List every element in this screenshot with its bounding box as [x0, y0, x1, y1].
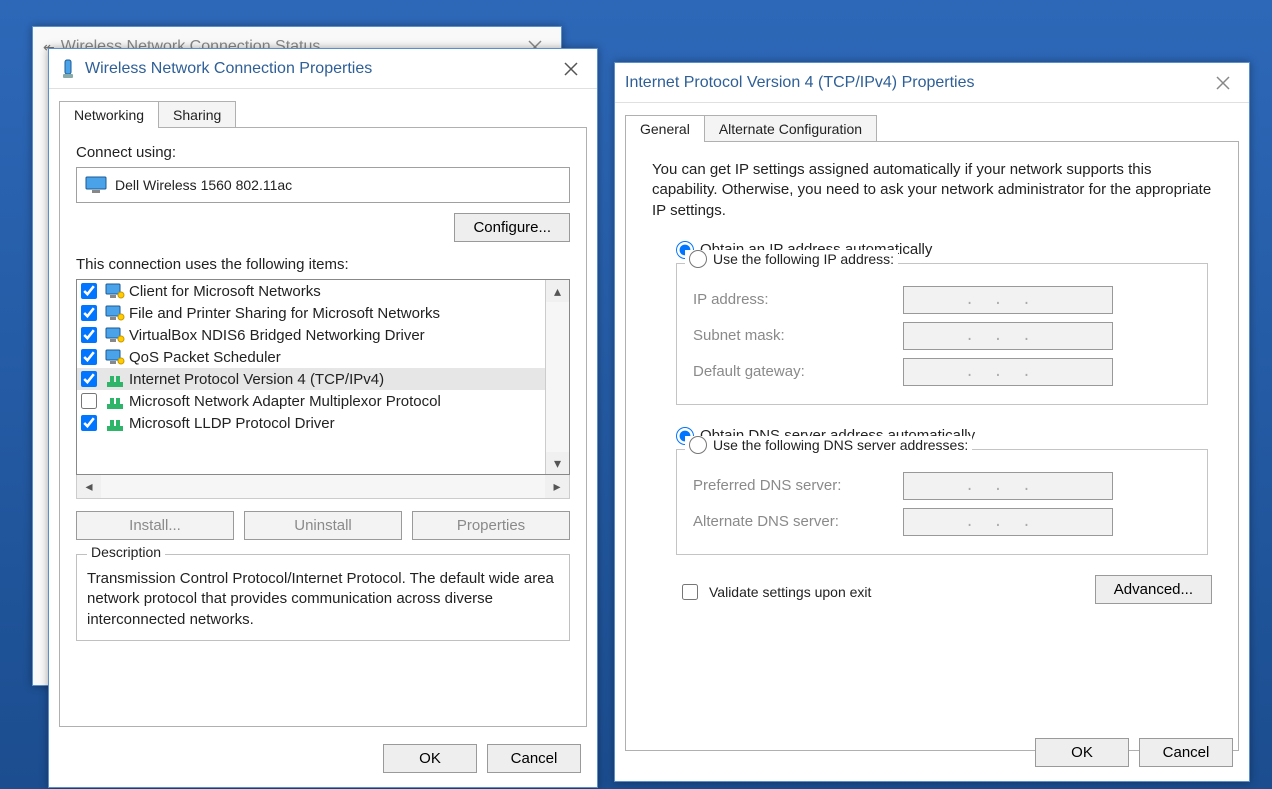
item-checkbox[interactable]	[81, 393, 97, 409]
install-button[interactable]: Install...	[76, 511, 234, 540]
scroll-track[interactable]	[546, 302, 569, 452]
titlebar: Wireless Network Connection Properties	[49, 49, 597, 89]
item-label: File and Printer Sharing for Microsoft N…	[129, 305, 440, 322]
service-icon	[105, 326, 125, 344]
protocol-icon	[105, 414, 125, 432]
tab-networking[interactable]: Networking	[59, 101, 159, 128]
tabs: Networking Sharing	[59, 101, 597, 128]
preferred-dns-label: Preferred DNS server:	[693, 477, 903, 494]
items-listbox[interactable]: Client for Microsoft Networks File and Pr…	[76, 279, 570, 475]
info-text: You can get IP settings assigned automat…	[652, 160, 1212, 221]
close-icon	[564, 62, 578, 76]
description-group: Description Transmission Control Protoco…	[76, 554, 570, 641]
ip-address-label: IP address:	[693, 291, 903, 308]
use-ip-radio-row[interactable]: Use the following IP address:	[685, 250, 898, 268]
protocol-icon	[105, 392, 125, 410]
item-label: VirtualBox NDIS6 Bridged Networking Driv…	[129, 327, 425, 344]
uninstall-button[interactable]: Uninstall	[244, 511, 402, 540]
adapter-icon	[59, 58, 77, 80]
list-item[interactable]: VirtualBox NDIS6 Bridged Networking Driv…	[77, 324, 545, 346]
close-button[interactable]	[555, 53, 587, 85]
item-label: Client for Microsoft Networks	[129, 283, 321, 300]
connect-using-label: Connect using:	[76, 144, 570, 161]
advanced-button[interactable]: Advanced...	[1095, 575, 1212, 604]
use-dns-radio[interactable]	[689, 436, 707, 454]
static-ip-group: Use the following IP address: IP address…	[676, 263, 1208, 405]
ip-address-input: ...	[903, 286, 1113, 314]
item-checkbox[interactable]	[81, 415, 97, 431]
list-item[interactable]: Microsoft Network Adapter Multiplexor Pr…	[77, 390, 545, 412]
list-item[interactable]: Internet Protocol Version 4 (TCP/IPv4)	[77, 368, 545, 390]
preferred-dns-input: ...	[903, 472, 1113, 500]
list-item[interactable]: QoS Packet Scheduler	[77, 346, 545, 368]
close-icon	[1216, 76, 1230, 90]
item-checkbox[interactable]	[81, 327, 97, 343]
window-title: Internet Protocol Version 4 (TCP/IPv4) P…	[625, 74, 1207, 92]
cancel-button[interactable]: Cancel	[1139, 738, 1233, 767]
list-item[interactable]: File and Printer Sharing for Microsoft N…	[77, 302, 545, 324]
subnet-label: Subnet mask:	[693, 327, 903, 344]
window-title: Wireless Network Connection Properties	[85, 60, 555, 78]
static-dns-group: Use the following DNS server addresses: …	[676, 449, 1208, 555]
close-button[interactable]	[1207, 67, 1239, 99]
gateway-label: Default gateway:	[693, 363, 903, 380]
service-icon	[105, 304, 125, 322]
list-item[interactable]: Client for Microsoft Networks	[77, 280, 545, 302]
items-label: This connection uses the following items…	[76, 256, 570, 273]
use-dns-radio-row[interactable]: Use the following DNS server addresses:	[685, 436, 972, 454]
item-checkbox[interactable]	[81, 349, 97, 365]
alternate-dns-label: Alternate DNS server:	[693, 513, 903, 530]
horizontal-scrollbar[interactable]: ◂ ▸	[76, 475, 570, 499]
ok-button[interactable]: OK	[1035, 738, 1129, 767]
titlebar: Internet Protocol Version 4 (TCP/IPv4) P…	[615, 63, 1249, 103]
properties-button[interactable]: Properties	[412, 511, 570, 540]
item-checkbox[interactable]	[81, 305, 97, 321]
use-ip-label: Use the following IP address:	[713, 251, 894, 267]
validate-label: Validate settings upon exit	[709, 584, 871, 600]
scroll-right-icon[interactable]: ▸	[545, 475, 569, 498]
ipv4-properties-window: Internet Protocol Version 4 (TCP/IPv4) P…	[614, 62, 1250, 782]
network-adapter-icon	[85, 176, 107, 194]
scroll-down-icon[interactable]: ▾	[546, 452, 569, 474]
adapter-name: Dell Wireless 1560 802.11ac	[115, 177, 292, 193]
subnet-input: ...	[903, 322, 1113, 350]
list-item[interactable]: Microsoft LLDP Protocol Driver	[77, 412, 545, 434]
configure-button[interactable]: Configure...	[454, 213, 570, 242]
tab-panel: Connect using: Dell Wireless 1560 802.11…	[59, 127, 587, 727]
adapter-field[interactable]: Dell Wireless 1560 802.11ac	[76, 167, 570, 203]
ok-button[interactable]: OK	[383, 744, 477, 773]
item-checkbox[interactable]	[81, 371, 97, 387]
item-checkbox[interactable]	[81, 283, 97, 299]
item-label: Microsoft LLDP Protocol Driver	[129, 415, 335, 432]
scroll-up-icon[interactable]: ▴	[546, 280, 569, 302]
scroll-track[interactable]	[101, 475, 545, 498]
alternate-dns-input: ...	[903, 508, 1113, 536]
validate-checkbox[interactable]	[682, 584, 698, 600]
item-label: QoS Packet Scheduler	[129, 349, 281, 366]
description-label: Description	[87, 544, 165, 560]
description-text: Transmission Control Protocol/Internet P…	[87, 569, 559, 630]
scroll-left-icon[interactable]: ◂	[77, 475, 101, 498]
cancel-button[interactable]: Cancel	[487, 744, 581, 773]
tab-panel: You can get IP settings assigned automat…	[625, 141, 1239, 751]
connection-properties-window: Wireless Network Connection Properties N…	[48, 48, 598, 788]
item-label: Internet Protocol Version 4 (TCP/IPv4)	[129, 371, 384, 388]
tabs: General Alternate Configuration	[625, 115, 1249, 142]
service-icon	[105, 348, 125, 366]
gateway-input: ...	[903, 358, 1113, 386]
use-ip-radio[interactable]	[689, 250, 707, 268]
service-icon	[105, 282, 125, 300]
tab-general[interactable]: General	[625, 115, 705, 142]
protocol-icon	[105, 370, 125, 388]
tab-sharing[interactable]: Sharing	[158, 101, 236, 128]
vertical-scrollbar[interactable]: ▴ ▾	[545, 280, 569, 474]
use-dns-label: Use the following DNS server addresses:	[713, 437, 968, 453]
item-label: Microsoft Network Adapter Multiplexor Pr…	[129, 393, 441, 410]
tab-alternate[interactable]: Alternate Configuration	[704, 115, 877, 142]
